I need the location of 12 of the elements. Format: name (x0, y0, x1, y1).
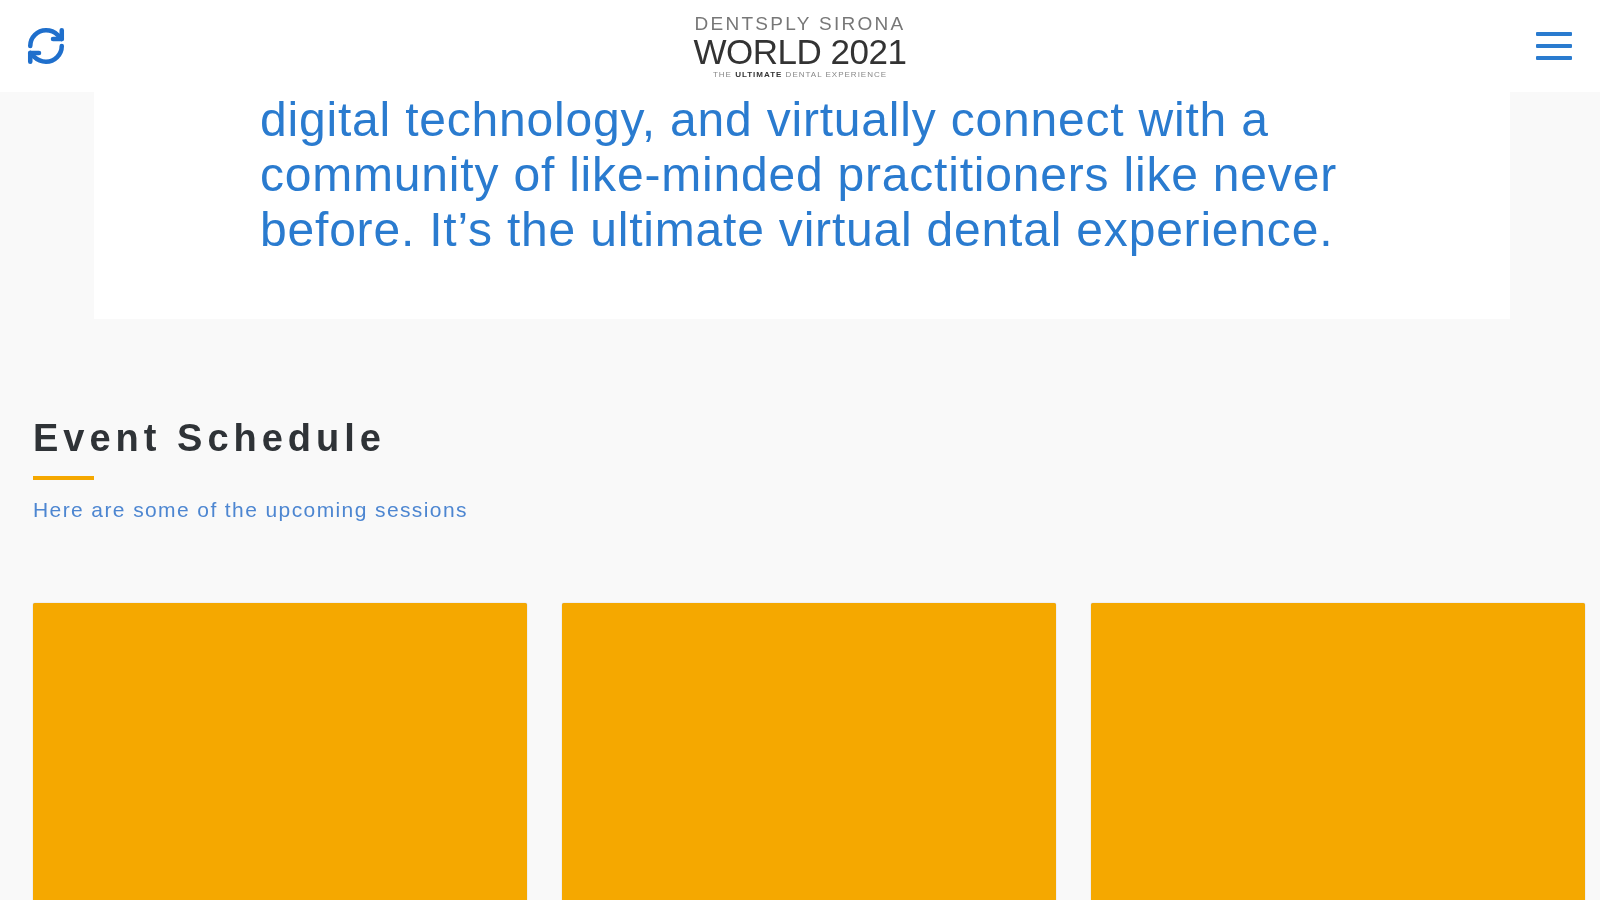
session-card[interactable] (33, 603, 527, 900)
section-subtitle: Here are some of the upcoming sessions (33, 498, 468, 522)
title-underline (33, 476, 94, 480)
intro-text: digital technology, and virtually connect with a community of like-minded practitioners like never before. It’s the ultimate virtual dental experience. (260, 92, 1338, 257)
logo-tagline: THE ULTIMATE DENTAL EXPERIENCE (712, 69, 888, 80)
session-card[interactable] (562, 603, 1056, 900)
refresh-icon (25, 25, 67, 67)
section-title: Event Schedule (33, 416, 386, 460)
logo-brand: DENTSPLY SIRONA (694, 14, 906, 34)
session-card[interactable] (1091, 603, 1585, 900)
logo-event-name: WORLD 2021 (693, 34, 907, 69)
menu-icon (1536, 30, 1572, 62)
